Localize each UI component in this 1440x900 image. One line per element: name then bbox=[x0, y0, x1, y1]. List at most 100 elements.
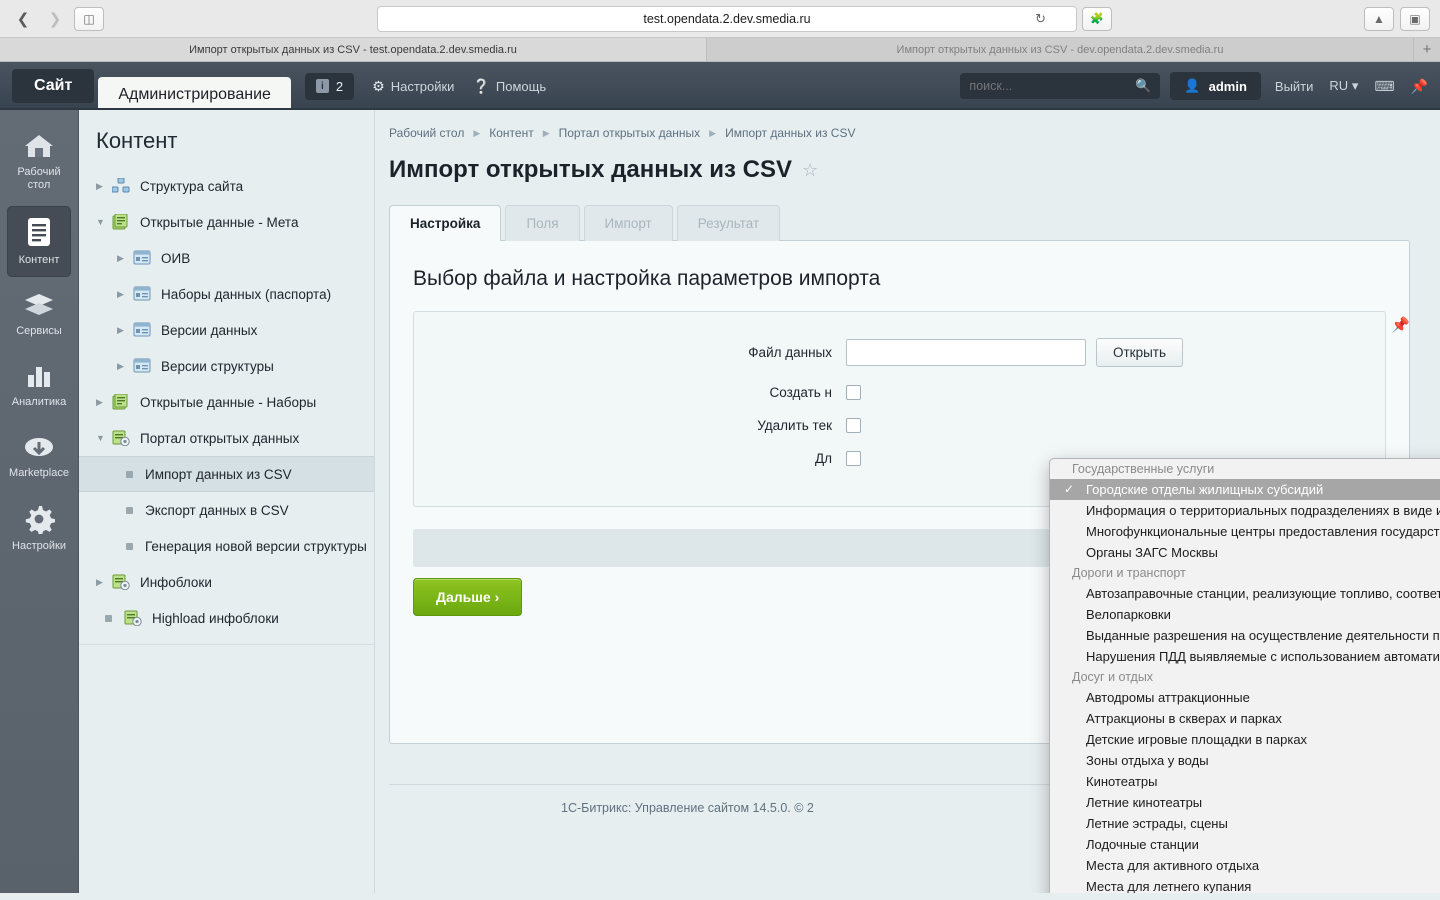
delete-checkbox[interactable] bbox=[846, 418, 861, 433]
site-button[interactable]: Сайт bbox=[12, 69, 95, 103]
tree-bullet-icon bbox=[126, 542, 133, 550]
page-tab-strip: Настройка Поля Импорт Результат bbox=[375, 184, 1440, 241]
tab-import[interactable]: Импорт bbox=[583, 205, 673, 241]
chevron-right-icon[interactable]: ▶ bbox=[96, 577, 112, 588]
delete-label: Удалить тек bbox=[757, 418, 832, 433]
dropdown-item[interactable]: Места для активного отдыха bbox=[1050, 855, 1440, 876]
chevron-right-icon[interactable]: ▶ bbox=[117, 361, 133, 372]
tree-node-0[interactable]: ▶ Структура сайта bbox=[79, 168, 374, 204]
dropdown-item[interactable]: Летние кинотеатры bbox=[1050, 792, 1440, 813]
language-selector[interactable]: RU ▾ bbox=[1329, 78, 1358, 94]
breadcrumb-separator: ▶ bbox=[473, 127, 481, 138]
tree-node-3[interactable]: ▶ Наборы данных (паспорта) bbox=[79, 276, 374, 312]
settings-link[interactable]: ⚙ Настройки bbox=[372, 78, 454, 95]
chevron-right-icon[interactable]: ▶ bbox=[117, 325, 133, 336]
dropdown-item[interactable]: Места для летнего купания bbox=[1050, 876, 1440, 893]
logout-link[interactable]: Выйти bbox=[1275, 79, 1314, 94]
dropdown-item[interactable]: Лодочные станции bbox=[1050, 834, 1440, 855]
gear-block-icon bbox=[112, 574, 132, 591]
rail-item-marketplace[interactable]: Marketplace bbox=[7, 423, 71, 490]
file-input[interactable] bbox=[846, 339, 1086, 366]
dropdown-item[interactable]: Автозаправочные станции, реализующие топ… bbox=[1050, 583, 1440, 604]
tree-node-9[interactable]: Экспорт данных в CSV bbox=[79, 492, 374, 528]
sitemap-icon bbox=[111, 177, 132, 194]
notifications-counter[interactable]: i 2 bbox=[304, 72, 355, 100]
chevron-right-icon[interactable]: ▶ bbox=[117, 289, 133, 300]
dropdown-item[interactable]: Зоны отдыха у воды bbox=[1050, 750, 1440, 771]
dropdown-item[interactable]: Летние эстрады, сцены bbox=[1050, 813, 1440, 834]
dropdown-item[interactable]: Нарушения ПДД выявляемые с использование… bbox=[1050, 646, 1440, 667]
tree-node-1[interactable]: ▼ Открытые данные - Мета bbox=[79, 204, 374, 240]
tree-node-12[interactable]: Highload инфоблоки bbox=[79, 600, 374, 636]
dropdown-item[interactable]: Автодромы аттракционные bbox=[1050, 687, 1440, 708]
rail-item-services[interactable]: Сервисы bbox=[7, 281, 71, 348]
tree-node-5[interactable]: ▶ Версии структуры bbox=[79, 348, 374, 384]
chevron-right-icon[interactable]: ▶ bbox=[117, 253, 133, 264]
chevron-right-icon[interactable]: ▶ bbox=[96, 181, 112, 192]
sidebar-toggle-icon[interactable]: ◫ bbox=[74, 6, 104, 31]
tab-settings[interactable]: Настройка bbox=[389, 205, 502, 241]
search-input[interactable] bbox=[969, 79, 1136, 93]
show-tabs-icon[interactable]: ▣ bbox=[1400, 6, 1430, 31]
admin-search[interactable]: 🔍 bbox=[960, 73, 1161, 99]
forward-icon[interactable]: ❯ bbox=[42, 6, 68, 32]
open-button[interactable]: Открыть bbox=[1096, 338, 1184, 367]
chevron-down-icon[interactable]: ▼ bbox=[96, 433, 112, 443]
tree-node-11[interactable]: ▶ Инфоблоки bbox=[79, 564, 374, 600]
tree-node-2[interactable]: ▶ ОИВ bbox=[79, 240, 374, 276]
administration-button[interactable]: Администрирование bbox=[98, 77, 291, 113]
keyboard-icon[interactable]: ⌨ bbox=[1374, 78, 1394, 95]
favorite-star-icon[interactable]: ☆ bbox=[802, 160, 818, 181]
pin-icon[interactable]: 📌 bbox=[1391, 316, 1410, 334]
search-icon[interactable]: 🔍 bbox=[1135, 78, 1151, 94]
breadcrumb-item-0[interactable]: Рабочий стол bbox=[389, 126, 464, 140]
tab-result[interactable]: Результат bbox=[676, 205, 781, 241]
pin-icon[interactable]: 📌 bbox=[1411, 78, 1428, 95]
back-icon[interactable]: ❮ bbox=[10, 6, 36, 32]
tree-node-10[interactable]: Генерация новой версии структуры bbox=[79, 528, 374, 564]
dropdown-item[interactable]: Городские отделы жилищных субсидий bbox=[1050, 479, 1440, 500]
browser-tab-1[interactable]: Импорт открытых данных из CSV - dev.open… bbox=[707, 38, 1414, 61]
browser-tab-0[interactable]: Импорт открытых данных из CSV - test.ope… bbox=[0, 38, 707, 61]
section-icon bbox=[133, 322, 153, 338]
breadcrumb-item-3[interactable]: Импорт данных из CSV bbox=[725, 126, 855, 140]
breadcrumb-item-1[interactable]: Контент bbox=[489, 126, 533, 140]
breadcrumb-item-2[interactable]: Портал открытых данных bbox=[559, 126, 701, 140]
user-button[interactable]: 👤 admin bbox=[1170, 72, 1261, 100]
share-icon[interactable]: ▲ bbox=[1364, 6, 1394, 31]
dropdown-item[interactable]: Многофункциональные центры предоставлени… bbox=[1050, 521, 1440, 542]
tab-fields[interactable]: Поля bbox=[505, 205, 580, 241]
help-label: Помощь bbox=[495, 78, 547, 94]
new-tab-button[interactable]: + bbox=[1414, 38, 1440, 61]
url-text: test.opendata.2.dev.smedia.ru bbox=[643, 11, 811, 26]
reload-icon[interactable]: ↻ bbox=[1035, 11, 1046, 27]
browser-chrome: ❮ ❯ ◫ test.opendata.2.dev.smedia.ru ↻ 🧩 … bbox=[0, 0, 1440, 62]
dropdown-item[interactable]: Велопарковки bbox=[1050, 604, 1440, 625]
rail-item-desktop[interactable]: Рабочий стол bbox=[7, 122, 71, 202]
dropdown-item[interactable]: Кинотеатры bbox=[1050, 771, 1440, 792]
create-row: Создать н bbox=[414, 385, 1385, 400]
tree-node-4[interactable]: ▶ Версии данных bbox=[79, 312, 374, 348]
tree-node-label: Портал открытых данных bbox=[140, 430, 300, 446]
chevron-down-icon[interactable]: ▼ bbox=[96, 217, 112, 227]
tree-node-6[interactable]: ▶ Открытые данные - Наборы bbox=[79, 384, 374, 420]
chevron-right-icon[interactable]: ▶ bbox=[96, 397, 112, 408]
rail-item-analytics[interactable]: Аналитика bbox=[7, 352, 71, 419]
dropdown-item[interactable]: Выданные разрешения на осуществление дея… bbox=[1050, 625, 1440, 646]
dropdown-item[interactable]: Аттракционы в скверах и парках bbox=[1050, 708, 1440, 729]
help-link[interactable]: ❔ Помощь bbox=[472, 78, 546, 95]
create-checkbox[interactable] bbox=[846, 385, 861, 400]
tree-node-8[interactable]: Импорт данных из CSV bbox=[79, 456, 374, 492]
workspace: Рабочий стол Контент Сервисы Аналитика M… bbox=[0, 110, 1440, 893]
tree-node-7[interactable]: ▼ Портал открытых данных bbox=[79, 420, 374, 456]
rail-item-content[interactable]: Контент bbox=[7, 206, 71, 277]
rail-item-settings[interactable]: Настройки bbox=[7, 494, 71, 563]
dropdown-item[interactable]: Детские игровые площадки в парках bbox=[1050, 729, 1440, 750]
third-checkbox[interactable] bbox=[846, 451, 861, 466]
dataset-dropdown[interactable]: Государственные услуги Городские отделы ж… bbox=[1049, 458, 1440, 893]
address-bar[interactable]: test.opendata.2.dev.smedia.ru ↻ 🧩 bbox=[377, 5, 1112, 32]
extension-icon[interactable]: 🧩 bbox=[1082, 6, 1112, 31]
dropdown-item[interactable]: Информация о территориальных подразделен… bbox=[1050, 500, 1440, 521]
dropdown-item[interactable]: Органы ЗАГС Москвы bbox=[1050, 542, 1440, 563]
next-button[interactable]: Дальше › bbox=[413, 578, 523, 616]
